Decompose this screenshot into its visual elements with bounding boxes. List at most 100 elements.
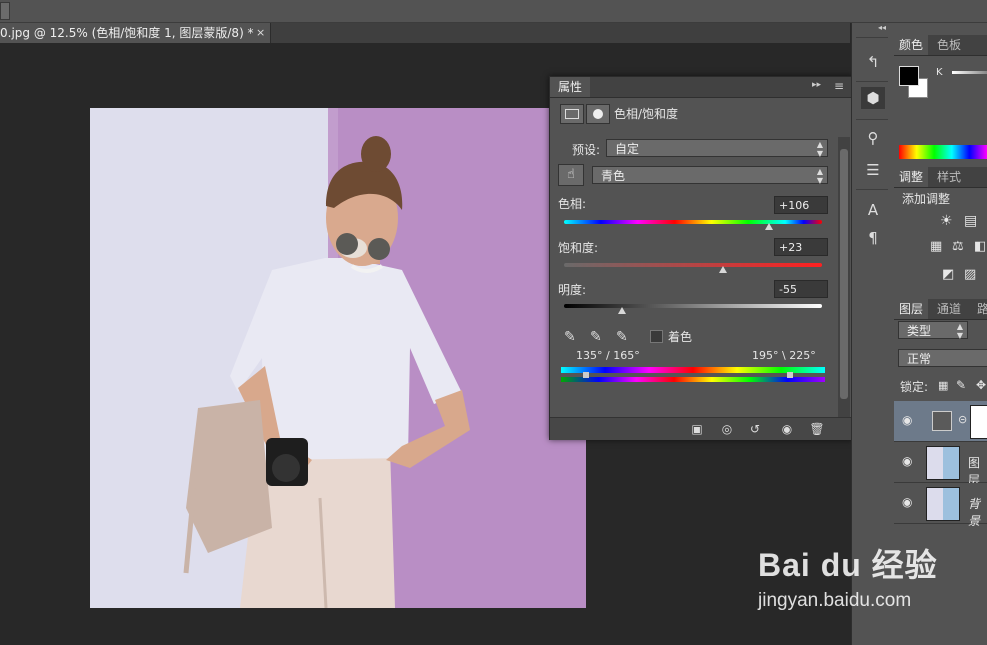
watermark-logo-text: Bai du 经验: [758, 547, 938, 583]
visibility-icon[interactable]: ◉: [776, 421, 798, 437]
color-balance-icon[interactable]: ⚖: [952, 239, 964, 254]
kind-filter-value: 类型: [907, 324, 932, 338]
brush-presets-icon[interactable]: ⚲: [861, 127, 885, 149]
properties-tab[interactable]: 属性: [550, 77, 591, 97]
paragraph-icon[interactable]: ¶: [861, 227, 885, 249]
targeted-adjustment-hand-icon[interactable]: ☝: [558, 164, 584, 186]
properties-scrollbar[interactable]: [838, 137, 850, 419]
layer-row[interactable]: ◉ 背景: [894, 483, 987, 528]
eyedropper-add-icon[interactable]: ✎: [590, 329, 602, 345]
tab-channels[interactable]: 通道: [932, 299, 966, 319]
brightness-icon[interactable]: ☀: [940, 213, 953, 229]
saturation-label: 饱和度:: [558, 241, 599, 255]
color-spectrum[interactable]: [899, 145, 987, 159]
options-collapse-button[interactable]: [0, 2, 10, 20]
layer-visibility-icon[interactable]: ◉: [902, 454, 912, 468]
preset-label: 预设:: [572, 143, 601, 157]
tab-paths[interactable]: 路: [972, 299, 987, 319]
lightness-label: 明度:: [558, 283, 587, 297]
k-slider[interactable]: [952, 71, 987, 74]
hue-slider-track[interactable]: [564, 220, 822, 224]
history-icon[interactable]: ↰: [861, 51, 885, 73]
layer-name: 背景: [968, 497, 981, 528]
reset-icon[interactable]: ↺: [744, 421, 766, 437]
panel-collapse-icon[interactable]: ▸▸: [812, 80, 821, 90]
character-icon[interactable]: A: [861, 199, 885, 221]
range-handle-right[interactable]: [787, 372, 793, 378]
panel-menu-icon[interactable]: ≡: [834, 79, 844, 93]
range-right-label: 195° \ 225°: [752, 349, 816, 362]
adjustments-sliders-icon[interactable]: ☰: [861, 159, 885, 181]
watermark-url: jingyan.baidu.com: [758, 590, 912, 611]
select-arrows-icon: ▲ ▼: [816, 167, 823, 185]
layer-mask-icon[interactable]: [586, 104, 610, 124]
lightness-input[interactable]: -55: [774, 280, 828, 298]
preset-select[interactable]: 自定 ▲ ▼: [606, 139, 828, 158]
hue-saturation-icon[interactable]: [560, 104, 584, 124]
saturation-slider-thumb[interactable]: [718, 266, 727, 273]
channel-value: 青色: [601, 169, 626, 183]
document-tab-title: 0.jpg @ 12.5% (色相/饱和度 1, 图层蒙版/8) *: [0, 26, 254, 40]
range-handle-left[interactable]: [583, 372, 589, 378]
3d-icon[interactable]: ⬢: [861, 87, 885, 109]
k-channel-label: K: [936, 67, 943, 78]
saturation-input[interactable]: +23: [774, 238, 828, 256]
hue-saturation-adjust-icon[interactable]: ▦: [930, 239, 942, 254]
document-photo[interactable]: [90, 108, 586, 608]
foreground-color-swatch[interactable]: [899, 66, 919, 86]
lock-brush-icon[interactable]: ✎: [956, 378, 966, 392]
colorize-checkbox[interactable]: [650, 330, 663, 343]
levels-icon[interactable]: ▤: [964, 213, 977, 229]
blend-mode-select[interactable]: 正常: [898, 349, 987, 367]
close-tab-icon[interactable]: ×: [256, 23, 265, 43]
invert-icon[interactable]: ◩: [942, 267, 954, 282]
blend-mode-value: 正常: [907, 352, 932, 366]
scroll-thumb[interactable]: [840, 149, 848, 399]
tab-color[interactable]: 颜色: [894, 35, 929, 55]
saturation-slider-track[interactable]: [564, 263, 822, 267]
clip-to-layer-icon[interactable]: ▣: [686, 421, 708, 437]
bw-icon[interactable]: ◧: [974, 239, 986, 254]
properties-header: 属性 ▸▸ ≡: [550, 77, 852, 98]
tab-adjustments[interactable]: 调整: [894, 167, 929, 187]
collapse-strip-icon[interactable]: ◂◂: [878, 23, 886, 32]
select-arrows-icon: ▲ ▼: [956, 322, 963, 340]
color-panel-tabs: 颜色 色板: [894, 35, 987, 56]
gradient-map-icon[interactable]: ▨: [964, 267, 976, 282]
photo-illustration: [90, 108, 586, 608]
eyedropper-subtract-icon[interactable]: ✎: [616, 329, 628, 345]
channel-select[interactable]: 青色 ▲ ▼: [592, 166, 828, 185]
lightness-slider-track[interactable]: [564, 304, 822, 308]
hue-label: 色相:: [558, 197, 587, 211]
layer-link-icon: ⊝: [958, 413, 968, 426]
hue-input[interactable]: +106: [774, 196, 828, 214]
tab-swatches[interactable]: 色板: [932, 35, 966, 55]
hue-slider-thumb[interactable]: [764, 223, 773, 230]
lock-transparent-icon[interactable]: ▦: [938, 379, 948, 392]
layer-kind-filter[interactable]: 类型 ▲ ▼: [898, 321, 968, 340]
lock-label: 锁定:: [900, 380, 929, 394]
eyedropper-icon[interactable]: ✎: [564, 329, 576, 345]
adjustment-layer-thumb: [932, 411, 952, 431]
layer-row[interactable]: ◉ ⊝: [894, 401, 987, 442]
delete-icon[interactable]: 🗑: [806, 421, 828, 437]
adjust-panel-tabs: 调整 样式: [894, 167, 987, 188]
layer-thumb: [926, 487, 960, 521]
document-tab[interactable]: 0.jpg @ 12.5% (色相/饱和度 1, 图层蒙版/8) * ×: [0, 23, 271, 43]
tab-styles[interactable]: 样式: [932, 167, 966, 187]
adjustment-title: 色相/饱和度: [614, 107, 679, 121]
layer-thumb: [926, 446, 960, 480]
range-slider[interactable]: [561, 372, 825, 378]
properties-panel: 属性 ▸▸ ≡ 色相/饱和度 预设: 自定 ▲ ▼ ☝ 青色 ▲ ▼ 色相: +10…: [549, 76, 853, 440]
lightness-slider-thumb[interactable]: [618, 307, 627, 314]
preset-value: 自定: [615, 142, 640, 156]
layer-visibility-icon[interactable]: ◉: [902, 413, 912, 427]
layer-visibility-icon[interactable]: ◉: [902, 495, 912, 509]
layer-mask-thumb[interactable]: [970, 405, 987, 439]
view-previous-icon[interactable]: ◎: [716, 421, 738, 437]
layer-row[interactable]: ◉ 图层: [894, 442, 987, 487]
select-arrows-icon: ▲ ▼: [816, 140, 823, 158]
tab-layers[interactable]: 图层: [894, 299, 929, 319]
colorize-label: 着色: [668, 330, 693, 344]
lock-move-icon[interactable]: ✥: [976, 378, 986, 392]
